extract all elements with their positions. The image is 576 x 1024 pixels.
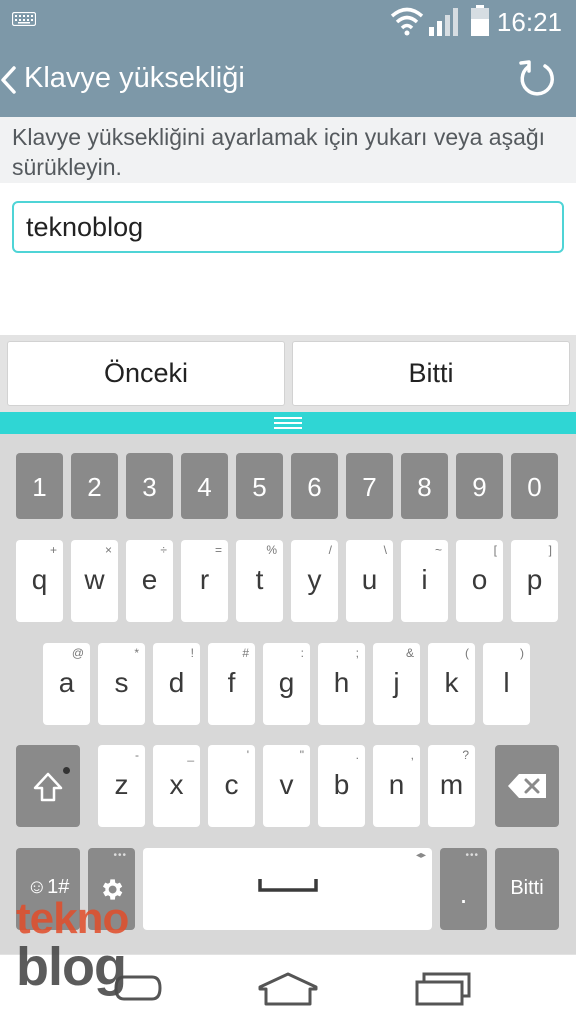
space-key[interactable]: ◂▸ <box>143 848 432 930</box>
key-v[interactable]: " v <box>263 745 310 827</box>
key-n[interactable]: ,n <box>373 745 420 827</box>
key-x[interactable]: _ x <box>153 745 200 827</box>
keyboard-resize-handle[interactable] <box>0 412 576 434</box>
key-h[interactable]: ; h <box>318 643 365 725</box>
description-text: Klavye yüksekliğini ayarlamak için yukar… <box>0 117 576 183</box>
key-0[interactable]: 0 <box>511 453 558 519</box>
wifi-icon <box>390 7 424 36</box>
backspace-key[interactable] <box>495 745 559 827</box>
shift-key[interactable] <box>16 745 80 827</box>
key-q[interactable]: + q <box>16 540 63 622</box>
key-i[interactable]: ~ i <box>401 540 448 622</box>
key-6[interactable]: 6 <box>291 453 338 519</box>
key-z[interactable]: -z <box>98 745 145 827</box>
keyboard-indicator-icon <box>12 12 36 26</box>
page-title: Klavye yüksekliği <box>24 62 245 94</box>
clock: 16:21 <box>496 7 562 37</box>
previous-button[interactable]: Önceki <box>7 341 285 406</box>
key-b[interactable]: .b <box>318 745 365 827</box>
key-3[interactable]: 3 <box>126 453 173 519</box>
key-1[interactable]: 1 <box>16 453 63 519</box>
more-dots: ••• <box>113 850 127 861</box>
key-a[interactable]: @ a <box>43 643 90 725</box>
key-7[interactable]: 7 <box>346 453 393 519</box>
keyboard: 1 2 3 4 5 6 7 8 9 0 + q × w ÷ e = r % t / y \ u… <box>0 434 576 954</box>
back-icon[interactable] <box>112 971 164 1005</box>
key-o[interactable]: [o <box>456 540 503 622</box>
key-g[interactable]: :g <box>263 643 310 725</box>
space-icon <box>258 879 318 892</box>
key-e[interactable]: ÷ e <box>126 540 173 622</box>
key-k[interactable]: (k <box>428 643 475 725</box>
settings-gear-icon <box>102 879 123 900</box>
key-t[interactable]: % t <box>236 540 283 622</box>
done-key[interactable]: Bitti <box>495 848 559 930</box>
status-bar: 16:21 <box>0 0 576 44</box>
key-s[interactable]: * s <box>98 643 145 725</box>
input-nav-row: Önceki Bitti <box>0 335 576 412</box>
key-c[interactable]: ' c <box>208 745 255 827</box>
content-area: teknoblog <box>0 183 576 335</box>
shift-icon <box>33 772 63 802</box>
home-icon[interactable] <box>257 971 319 1007</box>
done-button[interactable]: Bitti <box>292 341 570 406</box>
reset-icon[interactable] <box>516 58 558 100</box>
cursor-arrows-icon: ◂▸ <box>415 850 426 861</box>
period-key[interactable]: ••• . <box>440 848 487 930</box>
key-9[interactable]: 9 <box>456 453 503 519</box>
key-f[interactable]: # f <box>208 643 255 725</box>
key-w[interactable]: × w <box>71 540 118 622</box>
key-d[interactable]: ! d <box>153 643 200 725</box>
battery-icon <box>471 5 489 36</box>
signal-icon <box>429 8 458 36</box>
key-2[interactable]: 2 <box>71 453 118 519</box>
back-chevron-icon[interactable] <box>0 62 22 98</box>
recent-apps-icon[interactable] <box>414 971 472 1007</box>
key-u[interactable]: \ u <box>346 540 393 622</box>
text-input[interactable]: teknoblog <box>12 201 564 253</box>
key-8[interactable]: 8 <box>401 453 448 519</box>
settings-key[interactable]: ••• <box>88 848 135 930</box>
key-5[interactable]: 5 <box>236 453 283 519</box>
key-j[interactable]: & j <box>373 643 420 725</box>
navigation-bar <box>0 954 576 1024</box>
shift-indicator-dot <box>63 767 70 774</box>
more-dots: ••• <box>465 850 479 861</box>
key-l[interactable]: ) l <box>483 643 530 725</box>
drag-handle-icon <box>274 417 302 429</box>
key-r[interactable]: = r <box>181 540 228 622</box>
key-p[interactable]: ] p <box>511 540 558 622</box>
symbols-key[interactable]: ☺1# <box>16 848 80 930</box>
key-4[interactable]: 4 <box>181 453 228 519</box>
backspace-icon <box>508 774 546 798</box>
key-y[interactable]: / y <box>291 540 338 622</box>
key-m[interactable]: ? m <box>428 745 475 827</box>
app-bar: Klavye yüksekliği <box>0 44 576 117</box>
